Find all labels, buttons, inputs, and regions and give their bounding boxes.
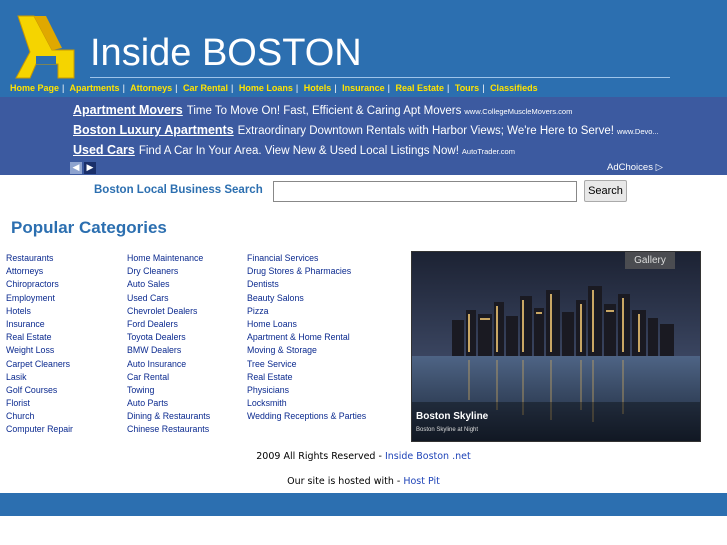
ad-text: Time To Move On! Fast, Efficient & Carin… xyxy=(186,105,462,117)
ad-text: Find A Car In Your Area. View New & Used… xyxy=(138,145,459,157)
category-link[interactable]: Physicians xyxy=(247,384,366,397)
category-link[interactable]: Towing xyxy=(127,384,210,397)
category-link[interactable]: Chevrolet Dealers xyxy=(127,305,210,318)
category-link[interactable]: Lasik xyxy=(6,371,73,384)
host-link[interactable]: Host Pit xyxy=(403,476,440,487)
category-link[interactable]: Auto Insurance xyxy=(127,358,210,371)
ad-title-link[interactable]: Boston Luxury Apartments xyxy=(73,123,234,137)
category-link[interactable]: Chiropractors xyxy=(6,278,73,291)
ad-url[interactable]: www.CollegeMuscleMovers.com xyxy=(464,107,572,116)
ad-item: Apartment Movers Time To Move On! Fast, E… xyxy=(73,103,572,117)
hosting-line: Our site is hosted with - Host Pit xyxy=(0,476,727,487)
category-link[interactable]: Ford Dealers xyxy=(127,318,210,331)
category-link[interactable]: Moving & Storage xyxy=(247,344,366,357)
ad-text: Extraordinary Downtown Rentals with Harb… xyxy=(237,125,614,137)
category-link[interactable]: Weight Loss xyxy=(6,344,73,357)
category-link[interactable]: Restaurants xyxy=(6,252,73,265)
title-divider xyxy=(90,77,670,78)
category-link[interactable]: Pizza xyxy=(247,305,366,318)
category-link[interactable]: Computer Repair xyxy=(6,423,73,436)
category-link[interactable]: Golf Courses xyxy=(6,384,73,397)
prev-arrow-icon[interactable]: ◀ xyxy=(70,162,82,174)
gallery-caption-title: Boston Skyline xyxy=(416,411,489,422)
category-link[interactable]: Home Loans xyxy=(247,318,366,331)
nav-separator: | xyxy=(175,83,178,93)
nav-insurance[interactable]: Insurance xyxy=(342,83,385,93)
ad-pager: ◀ ▶ xyxy=(70,162,98,181)
category-link[interactable]: Locksmith xyxy=(247,397,366,410)
category-column-3: Financial Services Drug Stores & Pharmac… xyxy=(247,252,366,423)
category-column-1: Restaurants Attorneys Chiropractors Empl… xyxy=(6,252,73,437)
ad-title-link[interactable]: Apartment Movers xyxy=(73,103,183,117)
nav-attorneys[interactable]: Attorneys xyxy=(130,83,172,93)
gallery-label[interactable]: Gallery xyxy=(625,252,675,269)
site-link[interactable]: Inside Boston .net xyxy=(385,451,471,462)
nav-hotels[interactable]: Hotels xyxy=(304,83,332,93)
category-link[interactable]: Real Estate xyxy=(247,371,366,384)
adchoices-link[interactable]: AdChoices ▷ xyxy=(607,162,663,173)
category-link[interactable]: Hotels xyxy=(6,305,73,318)
nav-separator: | xyxy=(62,83,65,93)
category-link[interactable]: Financial Services xyxy=(247,252,366,265)
nav-separator: | xyxy=(387,83,390,93)
category-link[interactable]: Dentists xyxy=(247,278,366,291)
category-link[interactable]: Apartment & Home Rental xyxy=(247,331,366,344)
nav-separator: | xyxy=(230,83,234,93)
category-link[interactable]: Florist xyxy=(6,397,73,410)
category-link[interactable]: Toyota Dealers xyxy=(127,331,210,344)
nav-separator: | xyxy=(482,83,485,93)
category-link[interactable]: Real Estate xyxy=(6,331,73,344)
copyright-line: 2009 All Rights Reserved - Inside Boston… xyxy=(0,451,727,462)
nav-classifieds[interactable]: Classifieds xyxy=(490,83,538,93)
nav-separator: | xyxy=(447,83,450,93)
category-link[interactable]: Employment xyxy=(6,292,73,305)
category-link[interactable]: Car Rental xyxy=(127,371,210,384)
top-nav: Home Page | Apartments | Attorneys | Car Re… xyxy=(10,83,538,93)
next-arrow-icon[interactable]: ▶ xyxy=(84,162,96,174)
gallery-caption-subtitle: Boston Skyline at Night xyxy=(416,427,479,433)
footer-bar xyxy=(0,493,727,516)
yellow-pages-logo-icon[interactable] xyxy=(12,12,78,82)
category-link[interactable]: BMW Dealers xyxy=(127,344,210,357)
category-link[interactable]: Attorneys xyxy=(6,265,73,278)
nav-home-page[interactable]: Home Page xyxy=(10,83,59,93)
category-link[interactable]: Home Maintenance xyxy=(127,252,210,265)
nav-separator: | xyxy=(295,83,299,93)
ad-title-link[interactable]: Used Cars xyxy=(73,143,135,157)
nav-tours[interactable]: Tours xyxy=(455,83,479,93)
category-link[interactable]: Dining & Restaurants xyxy=(127,410,210,423)
category-column-2: Home Maintenance Dry Cleaners Auto Sales… xyxy=(127,252,210,437)
category-link[interactable]: Carpet Cleaners xyxy=(6,358,73,371)
search-label: Boston Local Business Search xyxy=(94,184,263,196)
category-link[interactable]: Tree Service xyxy=(247,358,366,371)
category-link[interactable]: Drug Stores & Pharmacies xyxy=(247,265,366,278)
category-link[interactable]: Used Cars xyxy=(127,292,210,305)
search-input[interactable] xyxy=(273,181,577,202)
nav-real-estate[interactable]: Real Estate xyxy=(395,83,444,93)
category-link[interactable]: Chinese Restaurants xyxy=(127,423,210,436)
search-button[interactable]: Search xyxy=(584,180,627,202)
hosted-text: Our site is hosted with - xyxy=(287,476,404,487)
nav-apartments[interactable]: Apartments xyxy=(70,83,120,93)
ad-url[interactable]: www.Devo... xyxy=(617,127,659,136)
nav-car-rental[interactable]: Car Rental xyxy=(183,83,228,93)
nav-separator: | xyxy=(122,83,125,93)
category-link[interactable]: Auto Sales xyxy=(127,278,210,291)
site-title[interactable]: Inside BOSTON xyxy=(90,32,362,75)
category-link[interactable]: Insurance xyxy=(6,318,73,331)
nav-home-loans[interactable]: Home Loans xyxy=(239,83,293,93)
ad-url[interactable]: AutoTrader.com xyxy=(462,147,515,156)
popular-categories-heading: Popular Categories xyxy=(11,218,167,237)
copyright-text: 2009 All Rights Reserved - xyxy=(256,451,385,462)
category-link[interactable]: Dry Cleaners xyxy=(127,265,210,278)
nav-separator: | xyxy=(334,83,337,93)
category-link[interactable]: Wedding Receptions & Parties xyxy=(247,410,366,423)
category-link[interactable]: Auto Parts xyxy=(127,397,210,410)
category-link[interactable]: Beauty Salons xyxy=(247,292,366,305)
ad-item: Used Cars Find A Car In Your Area. View N… xyxy=(73,143,515,157)
ad-item: Boston Luxury Apartments Extraordinary Do… xyxy=(73,123,659,137)
category-link[interactable]: Church xyxy=(6,410,73,423)
